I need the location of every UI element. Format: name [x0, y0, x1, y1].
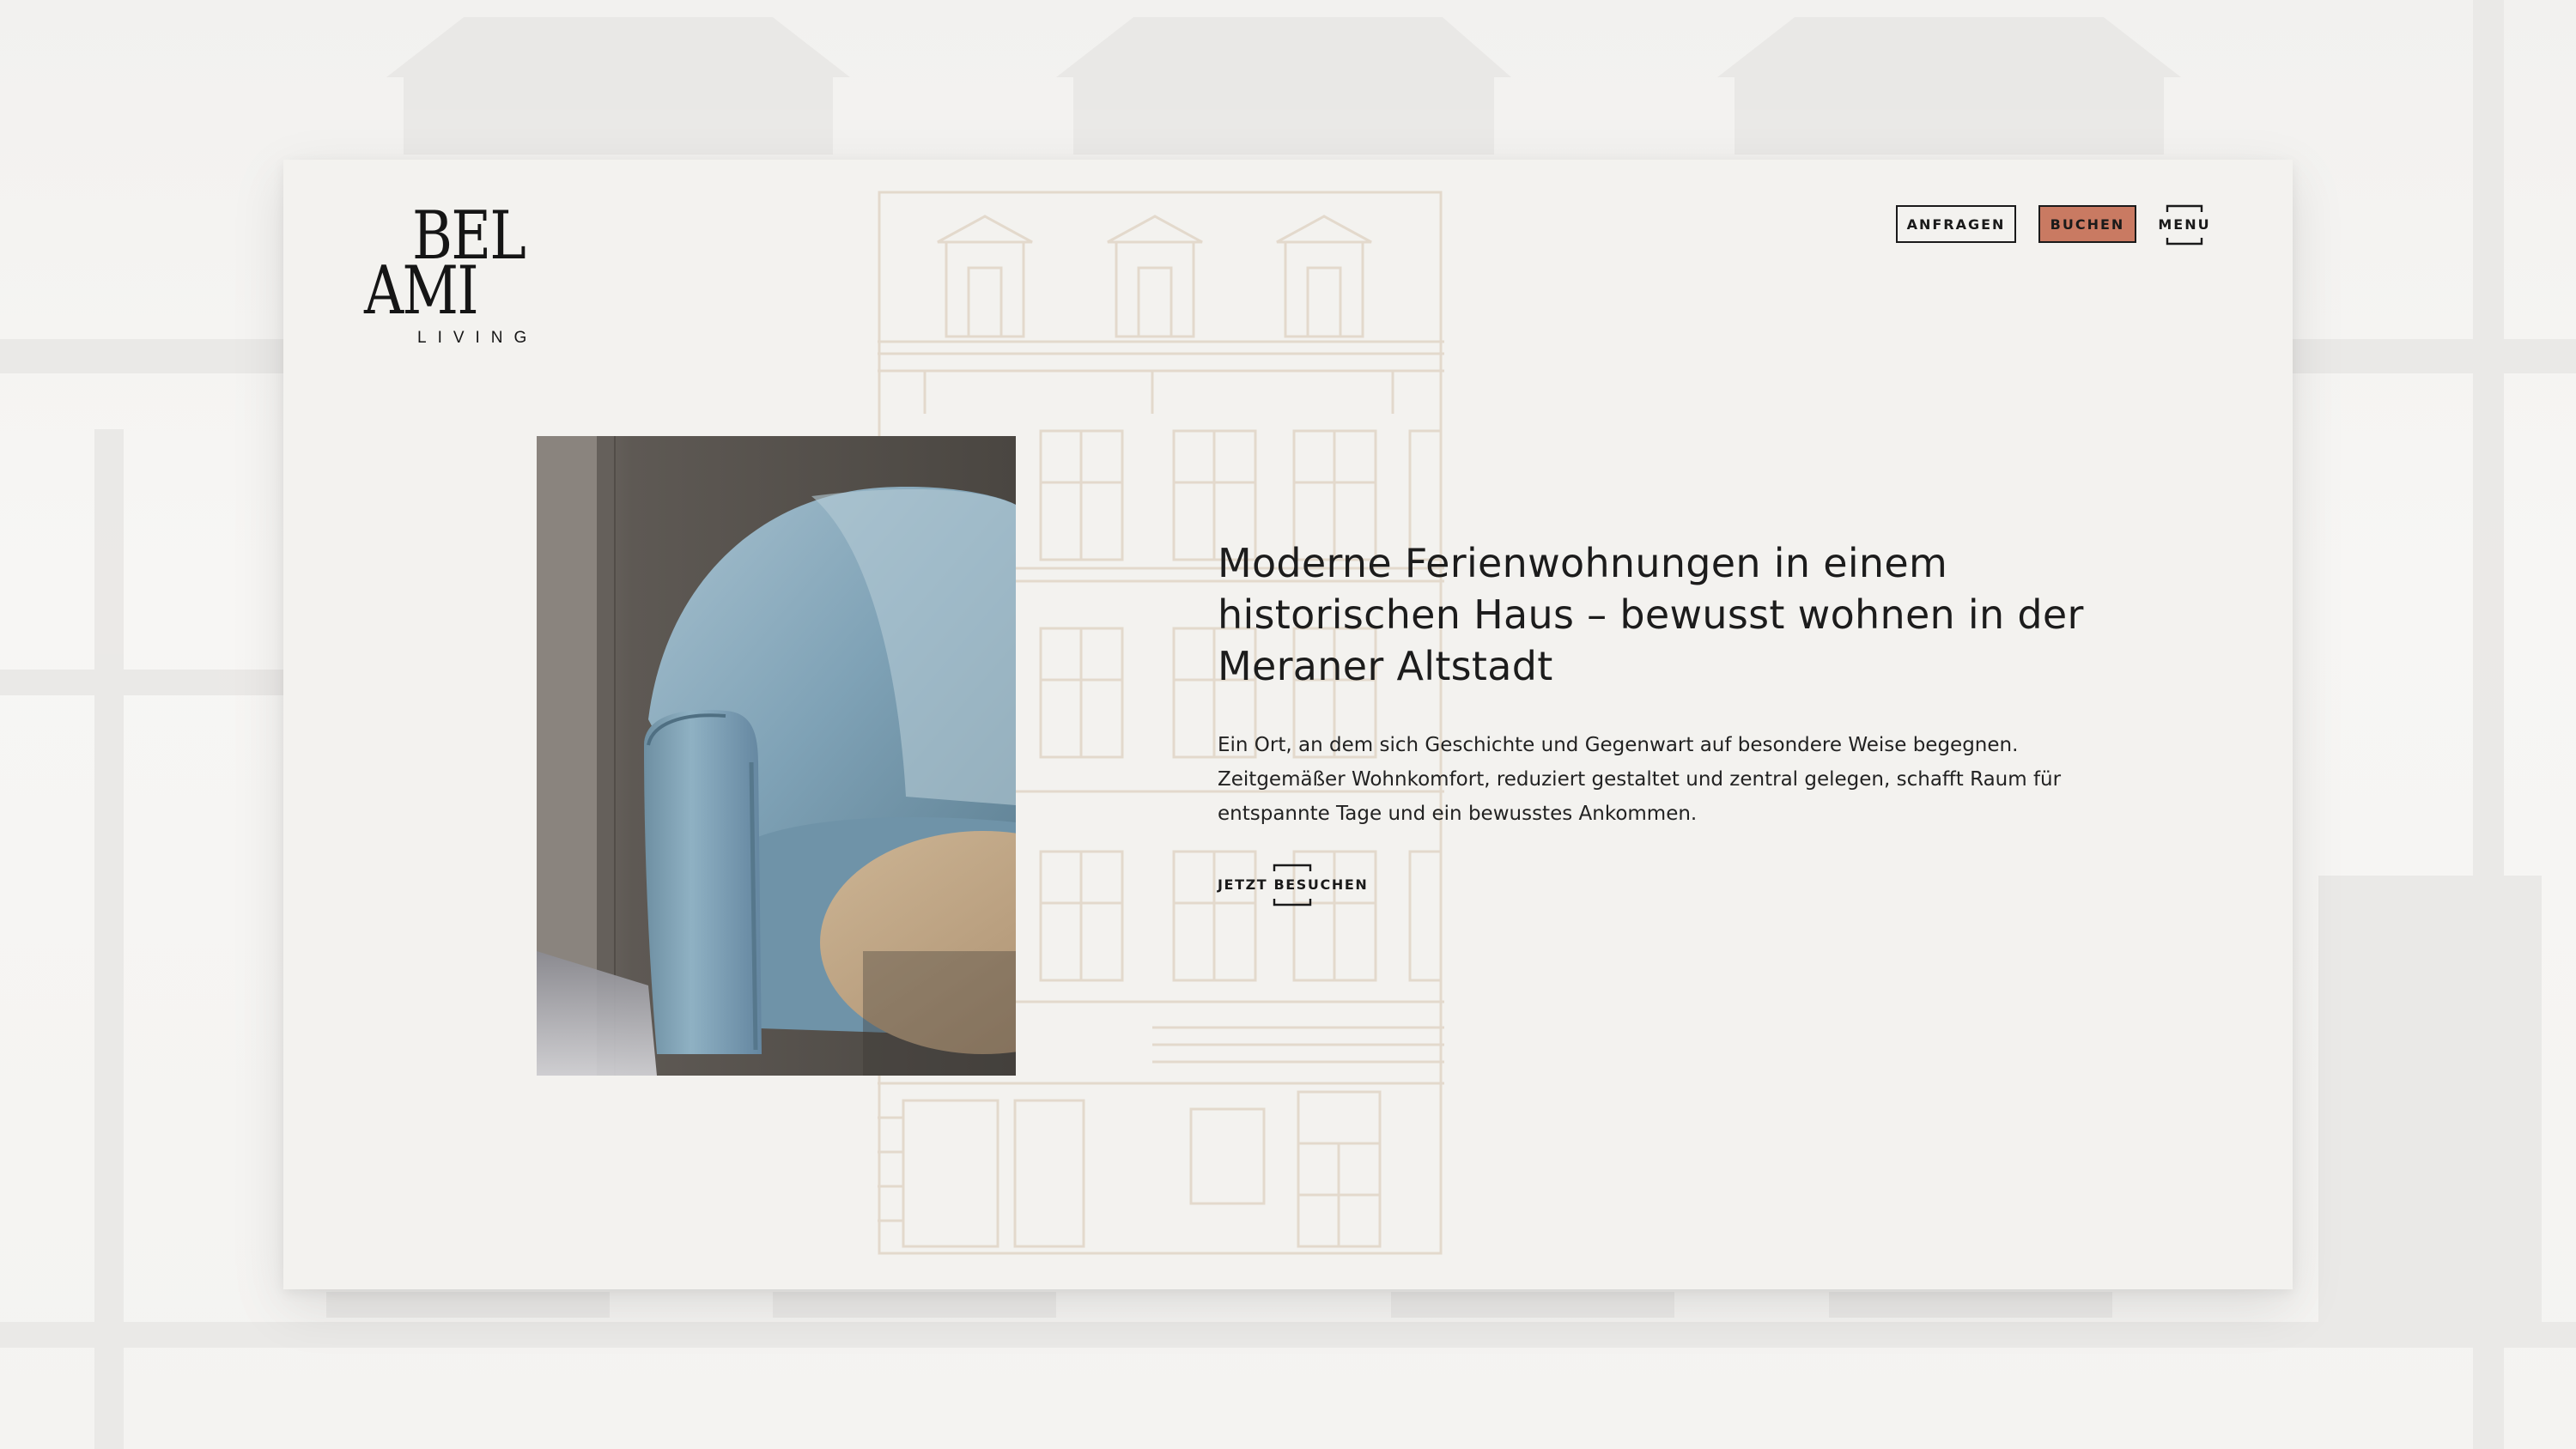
anfragen-button[interactable]: ANFRAGEN [1896, 205, 2016, 243]
hero-card: BEL AMI LIVING ANFRAGEN BUCHEN MENU Mode… [283, 160, 2293, 1289]
jetzt-besuchen-button[interactable]: JETZT BESUCHEN [1218, 864, 1372, 906]
hero-description: Ein Ort, an dem sich Geschichte und Gege… [1218, 734, 2062, 825]
blue-armchair-photo [537, 436, 1016, 1076]
bel-ami-living-logo[interactable]: BEL AMI LIVING [364, 203, 553, 349]
cta-label: JETZT BESUCHEN [1218, 876, 1369, 893]
hero-headline: Moderne Ferienwohnungen in einem histori… [1218, 540, 2084, 689]
menu-label: MENU [2158, 216, 2211, 233]
logo-line-2: AMI [364, 252, 479, 330]
buchen-button[interactable]: BUCHEN [2038, 205, 2136, 243]
logo-line-3: LIVING [417, 329, 538, 347]
menu-button[interactable]: MENU [2155, 204, 2214, 246]
